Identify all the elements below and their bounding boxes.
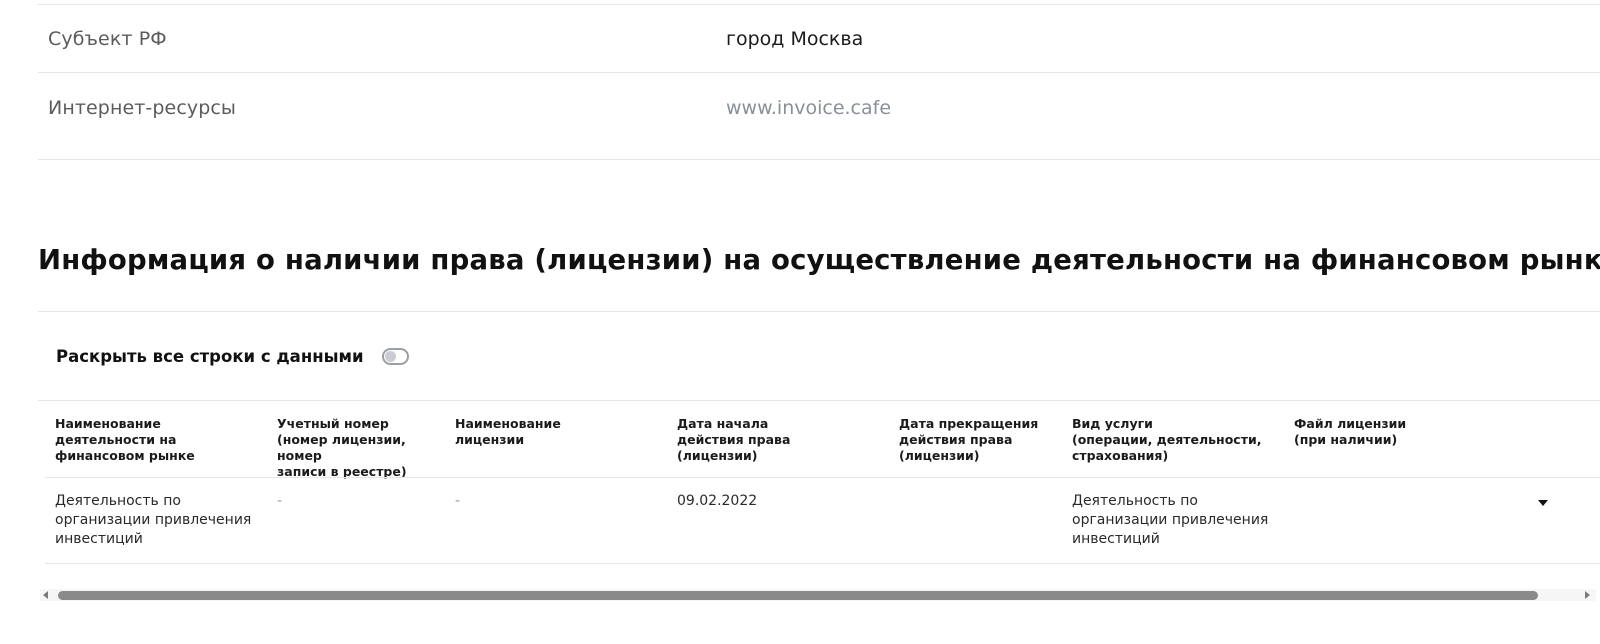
section-title: Информация о наличии права (лицензии) на… bbox=[38, 244, 1600, 276]
cell-activity: Деятельность по организации привлечения … bbox=[55, 493, 252, 547]
internet-resources-label: Интернет-ресурсы bbox=[48, 97, 237, 119]
divider bbox=[38, 400, 1600, 401]
divider bbox=[45, 477, 1600, 478]
subject-value: город Москва bbox=[726, 28, 864, 50]
horizontal-scrollbar[interactable] bbox=[40, 589, 1596, 601]
divider bbox=[45, 563, 1600, 564]
cell-license-name: - bbox=[455, 493, 461, 509]
scrollbar-thumb[interactable] bbox=[58, 591, 1538, 600]
scroll-left-arrow-icon[interactable] bbox=[43, 591, 48, 599]
internet-resources-link[interactable]: www.invoice.cafe bbox=[726, 97, 891, 119]
divider bbox=[38, 311, 1600, 312]
cell-service-type: Деятельность по организации привлечения … bbox=[1072, 493, 1269, 547]
column-header-end-date: Дата прекращения действия права (лицензи… bbox=[899, 416, 1039, 463]
info-row-subject: Субъект РФ город Москва bbox=[38, 4, 1600, 73]
expand-all-rows: Раскрыть все строки с данными bbox=[56, 347, 409, 366]
expand-all-toggle[interactable] bbox=[381, 348, 409, 365]
column-header-registry-number: Учетный номер (номер лицензии, номер зап… bbox=[277, 416, 407, 479]
chevron-down-icon[interactable] bbox=[1538, 500, 1548, 506]
column-header-license-name: Наименование лицензии bbox=[455, 416, 561, 447]
scroll-right-arrow-icon[interactable] bbox=[1585, 591, 1590, 599]
column-header-license-file: Файл лицензии (при наличии) bbox=[1294, 416, 1407, 447]
page: Субъект РФ город Москва Интернет-ресурсы… bbox=[0, 0, 1600, 644]
column-header-service-type: Вид услуги (операции, деятельности, стра… bbox=[1072, 416, 1262, 463]
column-header-activity: Наименование деятельности на финансовом … bbox=[55, 416, 195, 463]
cell-start-date: 09.02.2022 bbox=[677, 493, 758, 509]
toggle-knob bbox=[384, 351, 396, 362]
subject-label: Субъект РФ bbox=[48, 28, 167, 50]
info-row-internet: Интернет-ресурсы www.invoice.cafe bbox=[38, 73, 1600, 160]
column-header-start-date: Дата начала действия права (лицензии) bbox=[677, 416, 791, 463]
cell-registry-number: - bbox=[277, 493, 283, 509]
expand-all-label: Раскрыть все строки с данными bbox=[56, 347, 364, 366]
